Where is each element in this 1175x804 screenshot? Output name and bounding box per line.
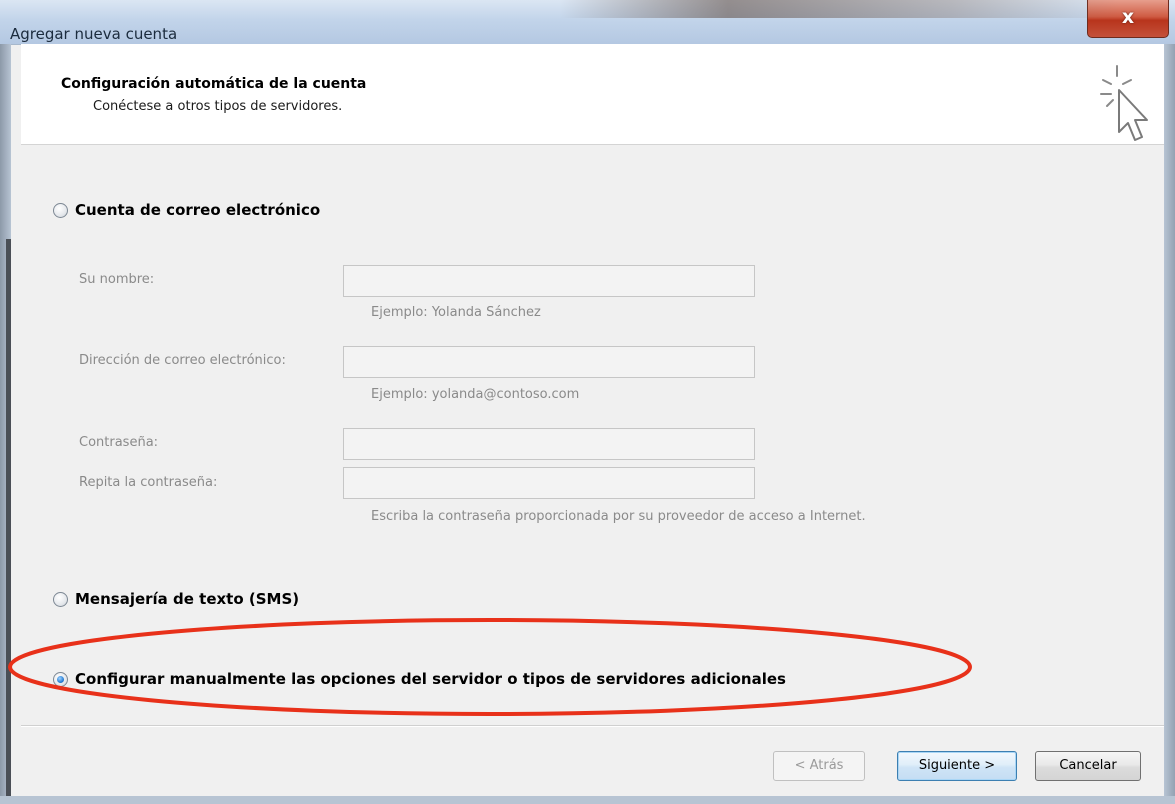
window-frame-right [1164,44,1175,804]
back-button[interactable]: < Atrás [773,751,865,781]
email-hint: Ejemplo: yolanda@contoso.com [371,387,580,402]
footer-divider-highlight [21,726,1164,727]
name-field[interactable] [343,265,755,297]
title-bar[interactable]: Agregar nueva cuenta x [0,0,1175,45]
name-hint: Ejemplo: Yolanda Sánchez [371,305,541,320]
cancel-button[interactable]: Cancelar [1035,751,1141,781]
highlight-annotation [8,618,972,716]
wizard-header: Configuración automática de la cuenta Co… [21,44,1164,145]
option-sms[interactable]: Mensajería de texto (SMS) [53,590,299,608]
window-title: Agregar nueva cuenta [10,25,178,43]
option-sms-label: Mensajería de texto (SMS) [75,590,300,608]
option-email-account[interactable]: Cuenta de correo electrónico [53,201,320,219]
password-repeat-field[interactable] [343,467,755,499]
password-label: Contraseña: [79,435,159,450]
radio-sms[interactable] [53,591,68,607]
header-subtitle: Conéctese a otros tipos de servidores. [93,99,343,114]
option-email-account-label: Cuenta de correo electrónico [75,201,321,219]
next-button[interactable]: Siguiente > [897,751,1017,781]
email-label: Dirección de correo electrónico: [79,353,286,368]
password-hint: Escriba la contraseña proporcionada por … [371,509,866,524]
email-field[interactable] [343,346,755,378]
window-frame-bottom [0,796,1175,804]
password-field[interactable] [343,428,755,460]
radio-email-account[interactable] [53,202,68,218]
add-account-dialog: Agregar nueva cuenta x Configuración aut… [0,0,1175,804]
close-button[interactable]: x [1087,0,1169,38]
password-repeat-label: Repita la contraseña: [79,475,218,490]
wizard-cursor-icon [1100,65,1148,141]
name-label: Su nombre: [79,272,155,287]
close-icon: x [1121,6,1135,28]
header-title: Configuración automática de la cuenta [61,76,367,92]
